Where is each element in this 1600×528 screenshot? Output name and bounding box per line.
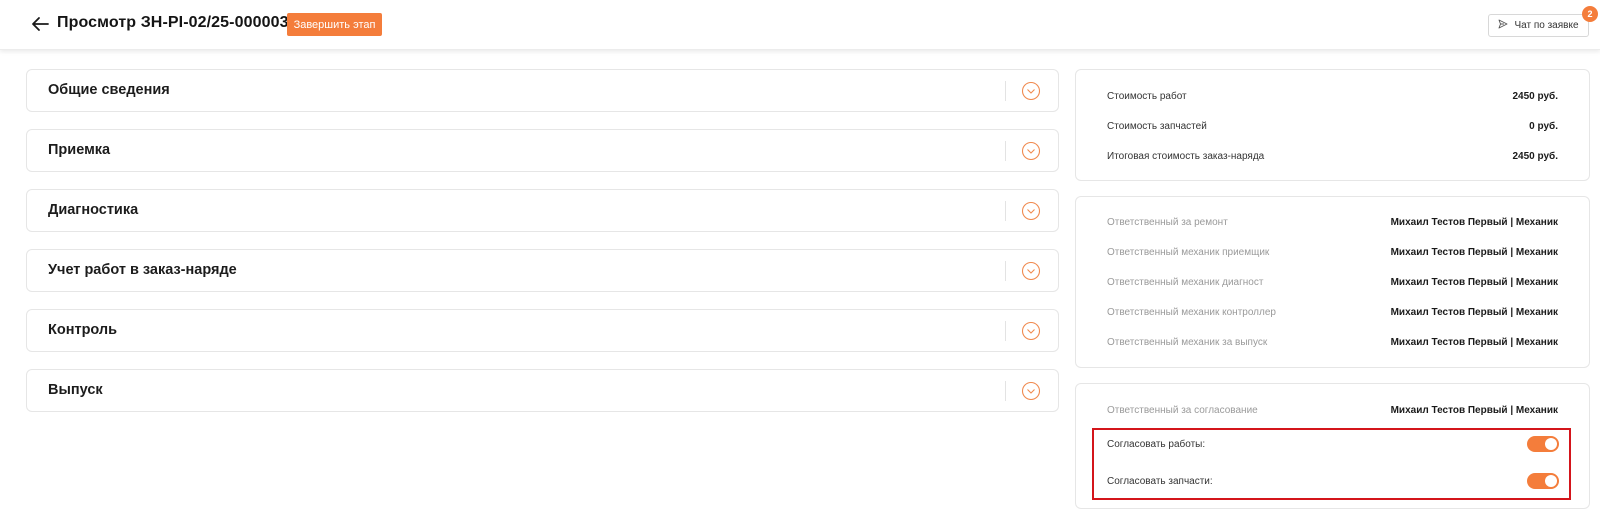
finish-stage-button[interactable]: Завершить этап [287, 13, 382, 36]
responsible-value: Михаил Тестов Первый | Механик [1390, 246, 1558, 258]
responsible-label: Ответственный за ремонт [1107, 216, 1228, 228]
chat-button-label: Чат по заявке [1514, 20, 1579, 31]
chevron-down-circle-icon[interactable] [1020, 320, 1042, 342]
highlight-frame [1092, 428, 1571, 500]
section-title: Выпуск [48, 382, 103, 398]
cost-row-works: Стоимость работ 2450 руб. [1107, 88, 1558, 104]
approval-responsible-row: Ответственный за согласование Михаил Тес… [1107, 402, 1558, 418]
responsible-row-control: Ответственный механик контроллер Михаил … [1107, 304, 1558, 320]
responsible-label: Ответственный механик за выпуск [1107, 336, 1268, 348]
cost-row-parts: Стоимость запчастей 0 руб. [1107, 118, 1558, 134]
cost-summary-card: Стоимость работ 2450 руб. Стоимость запч… [1075, 69, 1590, 181]
divider [1005, 261, 1006, 281]
section-title: Диагностика [48, 202, 139, 218]
chevron-down-circle-icon[interactable] [1020, 200, 1042, 222]
cost-row-total: Итоговая стоимость заказ-наряда 2450 руб… [1107, 148, 1558, 164]
cost-value: 2450 руб. [1512, 90, 1558, 102]
responsible-row-repair: Ответственный за ремонт Михаил Тестов Пе… [1107, 214, 1558, 230]
cost-label: Итоговая стоимость заказ-наряда [1107, 150, 1265, 162]
chevron-down-circle-icon[interactable] [1020, 140, 1042, 162]
divider [1005, 381, 1006, 401]
responsible-row-diagnostics: Ответственный механик диагност Михаил Те… [1107, 274, 1558, 290]
section-title: Контроль [48, 322, 118, 338]
section-work-accounting[interactable]: Учет работ в заказ-наряде [26, 249, 1059, 292]
section-title: Приемка [48, 142, 111, 158]
chat-count-badge: 2 [1582, 6, 1598, 22]
section-title: Общие сведения [48, 82, 170, 98]
cost-label: Стоимость запчастей [1107, 120, 1207, 132]
cost-value: 0 руб. [1529, 120, 1558, 132]
cost-value: 2450 руб. [1512, 150, 1558, 162]
responsible-row-reception: Ответственный механик приемщик Михаил Те… [1107, 244, 1558, 260]
section-release[interactable]: Выпуск [26, 369, 1059, 412]
section-general-info[interactable]: Общие сведения [26, 69, 1059, 112]
chevron-down-circle-icon[interactable] [1020, 80, 1042, 102]
chat-button[interactable]: Чат по заявке [1488, 14, 1589, 37]
approval-responsible-label: Ответственный за согласование [1107, 404, 1258, 416]
responsible-label: Ответственный механик контроллер [1107, 306, 1276, 318]
top-bar: Просмотр ЗН-PI-02/25-000003 Завершить эт… [0, 0, 1600, 50]
divider [1005, 321, 1006, 341]
chevron-down-circle-icon[interactable] [1020, 260, 1042, 282]
responsible-value: Михаил Тестов Первый | Механик [1390, 336, 1558, 348]
responsible-label: Ответственный механик приемщик [1107, 246, 1270, 258]
responsible-value: Михаил Тестов Первый | Механик [1390, 216, 1558, 228]
responsible-value: Михаил Тестов Первый | Механик [1390, 276, 1558, 288]
section-diagnostics[interactable]: Диагностика [26, 189, 1059, 232]
cost-label: Стоимость работ [1107, 90, 1187, 102]
divider [1005, 201, 1006, 221]
responsible-label: Ответственный механик диагност [1107, 276, 1264, 288]
responsibles-card: Ответственный за ремонт Михаил Тестов Пе… [1075, 196, 1590, 368]
section-reception[interactable]: Приемка [26, 129, 1059, 172]
responsible-value: Михаил Тестов Первый | Механик [1390, 306, 1558, 318]
divider [1005, 81, 1006, 101]
section-control[interactable]: Контроль [26, 309, 1059, 352]
divider [1005, 141, 1006, 161]
responsible-row-release: Ответственный механик за выпуск Михаил Т… [1107, 334, 1558, 350]
section-title: Учет работ в заказ-наряде [48, 262, 237, 278]
page-title: Просмотр ЗН-PI-02/25-000003 [57, 14, 289, 31]
approval-responsible-value: Михаил Тестов Первый | Механик [1390, 404, 1558, 416]
send-icon [1498, 19, 1508, 32]
back-arrow-icon[interactable] [28, 12, 52, 36]
chevron-down-circle-icon[interactable] [1020, 380, 1042, 402]
